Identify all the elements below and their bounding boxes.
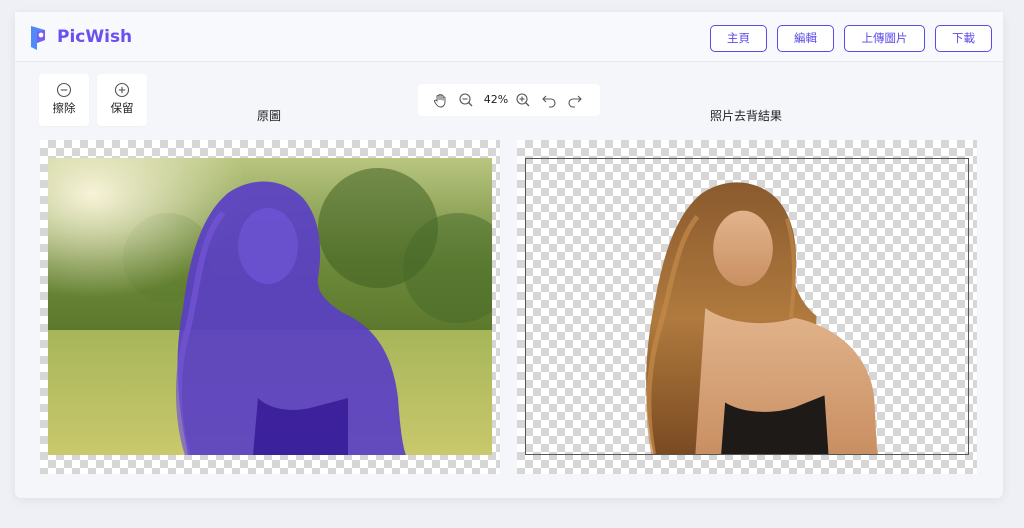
top-bar: PicWish 主頁 編輯 上傳圖片 下載 xyxy=(15,12,1003,62)
original-photo xyxy=(48,158,492,455)
plus-circle-icon xyxy=(114,82,130,98)
result-panel-title: 照片去背結果 xyxy=(710,109,783,123)
edit-button[interactable]: 編輯 xyxy=(777,25,834,52)
result-photo xyxy=(525,158,969,455)
original-panel-title: 原圖 xyxy=(257,109,282,123)
picwish-logo-icon[interactable] xyxy=(29,24,49,52)
zoom-out-icon[interactable] xyxy=(458,92,474,108)
home-button[interactable]: 主頁 xyxy=(710,25,767,52)
zoom-level: 42% xyxy=(483,93,509,106)
app-window: PicWish 主頁 編輯 上傳圖片 下載 擦除 保留 42% 原圖 照片去背結… xyxy=(15,12,1003,498)
keep-button[interactable]: 保留 xyxy=(97,74,147,126)
minus-circle-icon xyxy=(56,82,72,98)
erase-label: 擦除 xyxy=(52,101,76,115)
zoom-toolbar: 42% xyxy=(418,84,600,116)
keep-label: 保留 xyxy=(110,101,134,115)
brand-name: PicWish xyxy=(57,27,133,47)
hand-pan-icon[interactable] xyxy=(432,92,448,108)
erase-button[interactable]: 擦除 xyxy=(39,74,89,126)
original-image-canvas[interactable] xyxy=(40,140,500,474)
undo-icon[interactable] xyxy=(541,92,557,108)
upload-image-button[interactable]: 上傳圖片 xyxy=(844,25,925,52)
download-button[interactable]: 下載 xyxy=(935,25,992,52)
result-image-canvas[interactable] xyxy=(517,140,977,474)
zoom-in-icon[interactable] xyxy=(515,92,531,108)
redo-icon[interactable] xyxy=(567,92,583,108)
